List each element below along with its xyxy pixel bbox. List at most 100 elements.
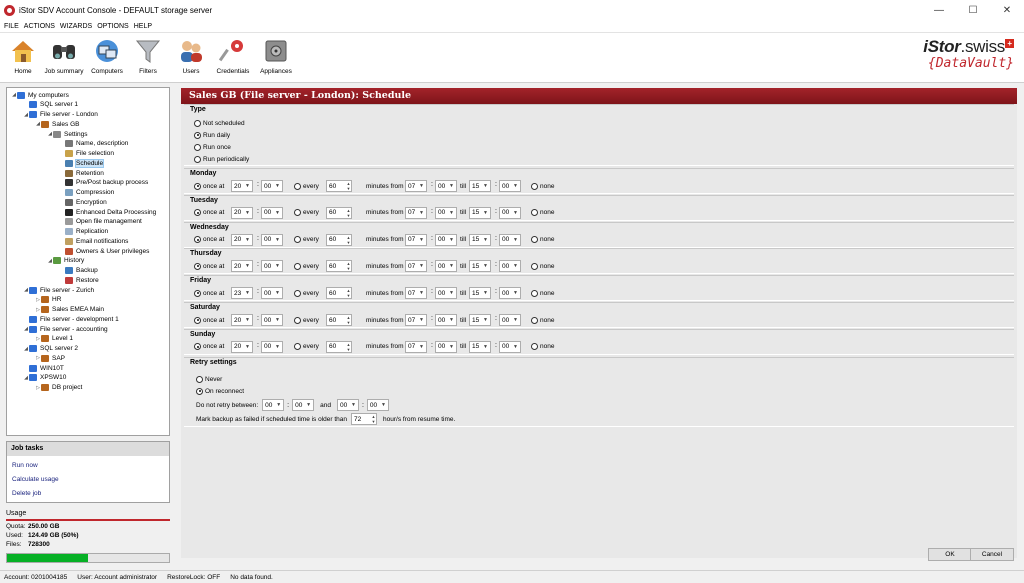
radio-icon[interactable] [294,182,301,190]
once-at-option[interactable]: once at [194,180,224,192]
once-hour-select[interactable]: 20 ▼ [231,340,253,353]
menu-actions[interactable]: ACTIONS [24,23,55,30]
every-option[interactable]: every [294,234,319,246]
filters-button[interactable]: Filters [125,37,171,81]
once-minute-select[interactable]: 00 ▼ [261,287,283,300]
computers-button[interactable]: Computers [84,37,130,81]
radio-icon[interactable] [294,236,301,244]
retry-from-minute-select[interactable]: 00 ▼ [292,399,315,411]
retry-to-hour-select[interactable]: 00 ▼ [336,399,359,411]
tree-item[interactable]: Open file management [59,217,142,227]
radio-icon[interactable] [294,262,301,270]
menu-file[interactable]: FILE [4,23,19,30]
none-option[interactable]: none [531,180,554,192]
credentials-button[interactable]: Credentials [210,37,256,81]
from-hour-select[interactable]: 07 ▼ [405,314,427,326]
from-hour-select[interactable]: 07 ▼ [405,260,427,273]
tree-item[interactable]: ▷ DB project [35,383,82,393]
radio-icon[interactable] [531,182,538,190]
every-minutes-stepper[interactable]: 60 ▲ ▼ [326,260,352,273]
none-option[interactable]: none [531,260,554,272]
radio-icon[interactable] [194,119,201,127]
from-minute-select[interactable]: 00 ▼ [435,314,457,326]
minimize-button[interactable]: — [922,0,956,20]
once-at-option[interactable]: once at [194,341,224,353]
radio-icon[interactable] [294,343,301,351]
every-option[interactable]: every [294,260,319,272]
once-hour-select[interactable]: 23 ▼ [231,287,253,300]
every-option[interactable]: every [294,207,319,219]
till-minute-select[interactable]: 00 ▼ [499,314,521,326]
tree-item[interactable]: Email notifications [59,236,128,246]
once-at-option[interactable]: once at [194,314,224,326]
calculate-usage-link[interactable]: Calculate usage [7,473,169,487]
menu-help[interactable]: HELP [134,23,152,30]
till-hour-select[interactable]: 15 ▼ [469,206,491,219]
radio-icon[interactable] [531,209,538,217]
once-hour-select[interactable]: 20 ▼ [231,180,253,192]
tree-item[interactable]: Replication [59,227,108,237]
radio-icon[interactable] [194,131,201,139]
from-hour-select[interactable]: 07 ▼ [405,180,427,192]
till-minute-select[interactable]: 00 ▼ [499,180,521,192]
retry-on-reconnect[interactable]: On reconnect [196,386,244,396]
radio-icon[interactable] [194,155,201,163]
tree-item[interactable]: ▷ Sales EMEA Main [35,305,104,315]
once-hour-select[interactable]: 20 ▼ [231,206,253,219]
tree-item[interactable]: Schedule [59,158,105,168]
tree-item[interactable]: ◢ History [47,256,84,266]
till-minute-select[interactable]: 00 ▼ [499,287,521,300]
from-minute-select[interactable]: 00 ▼ [435,233,457,246]
every-minutes-stepper[interactable]: 60 ▲ ▼ [326,287,352,300]
tree-item[interactable]: Restore [59,275,99,285]
every-minutes-stepper[interactable]: 60 ▲ ▼ [326,233,352,246]
tree-item[interactable]: Enhanced Delta Processing [59,207,156,217]
delete-job-link[interactable]: Delete job [7,487,169,501]
every-minutes-stepper[interactable]: 60 ▲ ▼ [326,206,352,219]
till-hour-select[interactable]: 15 ▼ [469,340,491,353]
tree-item[interactable]: File server - development 1 [23,314,119,324]
tree-item[interactable]: Retention [59,168,104,178]
radio-icon[interactable] [194,262,201,270]
tree-item[interactable]: Encryption [59,197,107,207]
retry-never[interactable]: Never [196,374,222,384]
till-minute-select[interactable]: 00 ▼ [499,260,521,273]
till-minute-select[interactable]: 00 ▼ [499,233,521,246]
from-hour-select[interactable]: 07 ▼ [405,340,427,353]
every-option[interactable]: every [294,341,319,353]
tree-item[interactable]: ◢ File server - Zurich [23,285,94,295]
type-run-periodically[interactable]: Run periodically [194,154,249,164]
tree-item[interactable]: SQL server 1 [23,100,78,110]
tree-item[interactable]: ◢ File server - London [23,110,98,120]
once-hour-select[interactable]: 20 ▼ [231,314,253,326]
from-minute-select[interactable]: 00 ▼ [435,260,457,273]
once-at-option[interactable]: once at [194,287,224,299]
radio-icon[interactable] [194,289,201,297]
radio-icon[interactable] [196,387,203,395]
tree-item[interactable]: Owners & User privileges [59,246,149,256]
none-option[interactable]: none [531,341,554,353]
till-minute-select[interactable]: 00 ▼ [499,340,521,353]
tree-item[interactable]: ◢ XPSW10 [23,373,66,383]
once-minute-select[interactable]: 00 ▼ [261,180,283,192]
radio-icon[interactable] [194,316,201,324]
ok-button[interactable]: OK [928,548,972,561]
radio-icon[interactable] [194,343,201,351]
once-hour-select[interactable]: 20 ▼ [231,233,253,246]
maximize-button[interactable]: ☐ [956,0,990,20]
from-hour-select[interactable]: 07 ▼ [405,287,427,300]
none-option[interactable]: none [531,287,554,299]
radio-icon[interactable] [531,236,538,244]
computer-tree[interactable]: ◢ My computers SQL server 1 ◢ File server - … [6,87,170,436]
every-minutes-stepper[interactable]: 60 ▲ ▼ [326,340,352,353]
radio-icon[interactable] [294,316,301,324]
tree-item[interactable]: Backup [59,266,98,276]
every-minutes-stepper[interactable]: 60 ▲ ▼ [326,180,352,192]
till-hour-select[interactable]: 15 ▼ [469,260,491,273]
till-minute-select[interactable]: 00 ▼ [499,206,521,219]
radio-icon[interactable] [531,343,538,351]
from-hour-select[interactable]: 07 ▼ [405,233,427,246]
once-minute-select[interactable]: 00 ▼ [261,233,283,246]
type-run-daily[interactable]: Run daily [194,130,230,140]
radio-icon[interactable] [294,209,301,217]
